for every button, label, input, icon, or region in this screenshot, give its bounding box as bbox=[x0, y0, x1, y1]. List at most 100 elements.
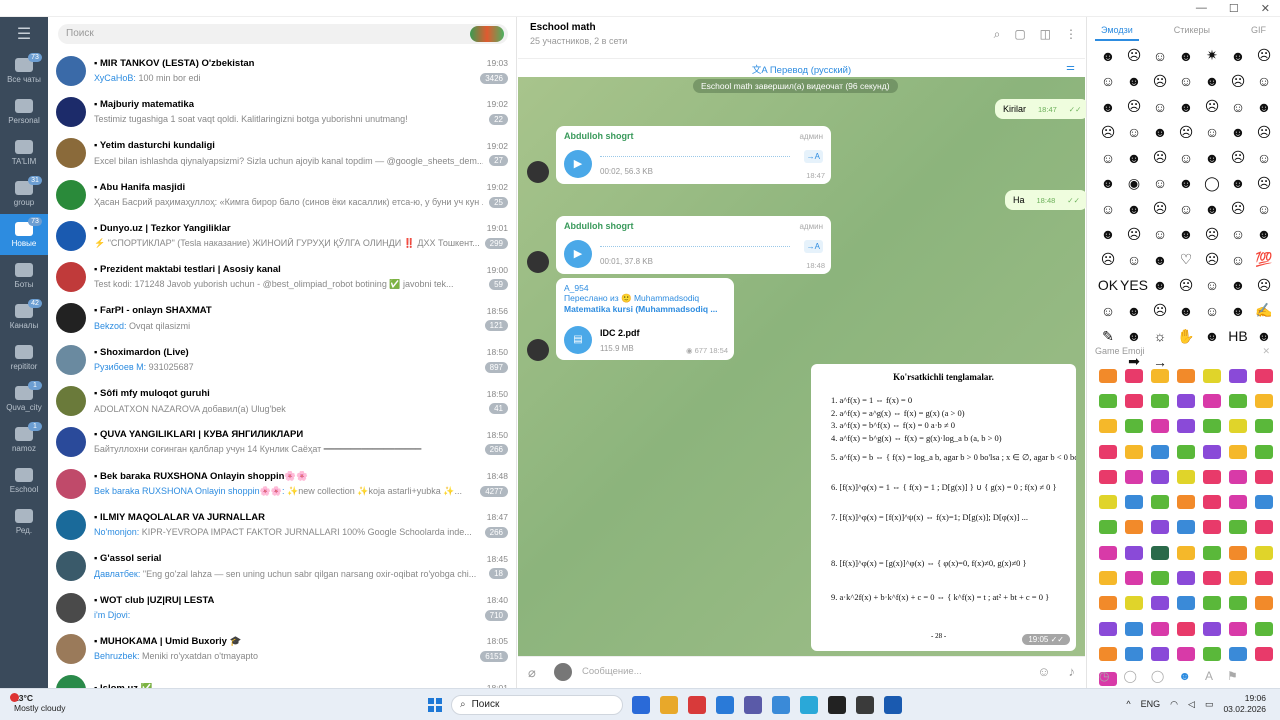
emoji-item[interactable]: ☻ bbox=[1225, 298, 1251, 324]
taskbar-app-icon[interactable] bbox=[884, 696, 902, 714]
emoji-item[interactable]: ☹ bbox=[1173, 273, 1199, 299]
game-emoji-item[interactable] bbox=[1173, 414, 1199, 439]
game-emoji-item[interactable] bbox=[1225, 363, 1251, 388]
chat-row[interactable]: ▪ Prezident maktabi testlari | Asosiy ka… bbox=[48, 256, 516, 297]
emoji-item[interactable]: ☻ bbox=[1173, 171, 1199, 197]
game-emoji-item[interactable] bbox=[1147, 591, 1173, 616]
emoji-item[interactable]: ☻ bbox=[1225, 273, 1251, 299]
game-emoji-item[interactable] bbox=[1199, 515, 1225, 540]
emoji-item[interactable]: ☻ bbox=[1095, 94, 1121, 120]
forwarded-channel[interactable]: Matematika kursi (Muhammadsodiq ... bbox=[564, 304, 726, 314]
game-emoji-item[interactable] bbox=[1251, 414, 1277, 439]
play-icon[interactable]: ▶ bbox=[564, 240, 592, 268]
emoji-item[interactable]: ☹ bbox=[1121, 43, 1147, 69]
emoji-item[interactable]: ☻ bbox=[1147, 273, 1173, 299]
game-emoji-item[interactable] bbox=[1121, 414, 1147, 439]
game-emoji-item[interactable] bbox=[1121, 515, 1147, 540]
emoji-item[interactable]: ☻ bbox=[1251, 94, 1277, 120]
emoji-item[interactable]: ☻ bbox=[1095, 171, 1121, 197]
emoji-item[interactable]: ◉ bbox=[1121, 171, 1147, 197]
folder-8[interactable]: Quva_city 1 bbox=[0, 378, 48, 419]
emoji-item[interactable]: ☺ bbox=[1095, 69, 1121, 95]
game-emoji-item[interactable] bbox=[1225, 439, 1251, 464]
game-emoji-item[interactable] bbox=[1147, 641, 1173, 666]
message-input[interactable]: Сообщение... bbox=[582, 666, 642, 677]
folder-10[interactable]: Eschool bbox=[0, 460, 48, 501]
chat-row[interactable]: ▪ MUHOKAMA | Umid Buxoriy 🎓 18:05 Behruzbe… bbox=[48, 628, 516, 669]
game-emoji-item[interactable] bbox=[1173, 464, 1199, 489]
emoji-item[interactable]: ☺ bbox=[1173, 69, 1199, 95]
emoji-item[interactable]: ☺ bbox=[1251, 69, 1277, 95]
status-emoji-icon[interactable] bbox=[470, 26, 504, 42]
battery-icon[interactable]: ▭ bbox=[1205, 699, 1214, 710]
game-emoji-item[interactable] bbox=[1147, 540, 1173, 565]
game-emoji-item[interactable] bbox=[1173, 489, 1199, 514]
emoji-item[interactable]: ☹ bbox=[1147, 298, 1173, 324]
emoji-item[interactable]: ☹ bbox=[1199, 94, 1225, 120]
emoji-item[interactable]: ☺ bbox=[1251, 196, 1277, 222]
emoji-item[interactable]: ☻ bbox=[1121, 298, 1147, 324]
emoji-icon[interactable]: ☺ bbox=[1037, 664, 1050, 679]
document-icon[interactable]: ▤ bbox=[564, 326, 592, 354]
message-sender[interactable]: Abdulloh shogrt bbox=[564, 131, 823, 141]
chat-row[interactable]: ▪ Abu Hanifa masjidi 19:02 Ҳасан Басрий ра… bbox=[48, 174, 516, 215]
game-emoji-item[interactable] bbox=[1121, 616, 1147, 641]
tab-stickers[interactable]: Стикеры bbox=[1174, 25, 1210, 35]
game-emoji-item[interactable] bbox=[1147, 616, 1173, 641]
game-emoji-item[interactable] bbox=[1225, 616, 1251, 641]
game-emoji-item[interactable] bbox=[1147, 464, 1173, 489]
game-emoji-item[interactable] bbox=[1225, 464, 1251, 489]
game-emoji-item[interactable] bbox=[1121, 641, 1147, 666]
emoji-item[interactable]: ☹ bbox=[1251, 120, 1277, 146]
clock[interactable]: 19:06 03.02.2026 bbox=[1223, 693, 1266, 715]
game-emoji-item[interactable] bbox=[1173, 641, 1199, 666]
game-emoji-item[interactable] bbox=[1121, 591, 1147, 616]
emoji-item[interactable]: ☹ bbox=[1095, 120, 1121, 146]
emoji-item[interactable]: ☹ bbox=[1199, 247, 1225, 273]
document-name[interactable]: IDC 2.pdf bbox=[600, 328, 640, 338]
game-emoji-item[interactable] bbox=[1225, 565, 1251, 590]
emoji-item[interactable]: ☺ bbox=[1199, 120, 1225, 146]
game-emoji-item[interactable] bbox=[1147, 363, 1173, 388]
chat-row[interactable]: ▪ QUVA YANGILIKLARI | КУВА ЯНГИЛИКЛАРИ 18… bbox=[48, 422, 516, 463]
folder-11[interactable]: Ред. bbox=[0, 501, 48, 542]
chevron-up-icon[interactable]: ^ bbox=[1126, 699, 1130, 709]
chat-row[interactable]: ▪ Bek baraka RUXSHONA Onlayin shoppin🌸🌸 1… bbox=[48, 463, 516, 504]
tab-gif[interactable]: GIF bbox=[1251, 25, 1266, 35]
emoji-item[interactable]: ♡ bbox=[1173, 247, 1199, 273]
send-as-avatar[interactable] bbox=[554, 663, 572, 681]
emoji-item[interactable]: ✋ bbox=[1173, 324, 1199, 350]
emoji-item[interactable]: ☻ bbox=[1147, 247, 1173, 273]
taskbar-app-icon[interactable] bbox=[660, 696, 678, 714]
game-emoji-item[interactable] bbox=[1199, 363, 1225, 388]
emoji-item[interactable]: ☺ bbox=[1199, 273, 1225, 299]
taskbar-search[interactable]: ⌕ Поиск bbox=[451, 695, 623, 715]
emoji-item[interactable]: ☺ bbox=[1095, 196, 1121, 222]
chat-row[interactable]: ▪ Islom.uz ✅18:01 bbox=[48, 669, 516, 688]
game-emoji-item[interactable] bbox=[1095, 616, 1121, 641]
emoji-item[interactable]: ☻ bbox=[1199, 196, 1225, 222]
chat-header[interactable]: Eschool math 25 участников, 2 в сети ⌕ ▢… bbox=[518, 17, 1085, 59]
game-emoji-item[interactable] bbox=[1121, 540, 1147, 565]
game-emoji-item[interactable] bbox=[1095, 414, 1121, 439]
emoji-item[interactable]: ☹ bbox=[1095, 247, 1121, 273]
chat-row[interactable]: ▪ ILMIY MAQOLALAR VA JURNALLAR 18:47 No'mo… bbox=[48, 504, 516, 545]
search-icon[interactable]: ⌕ bbox=[994, 27, 1001, 42]
emoji-item[interactable]: OK bbox=[1095, 273, 1121, 299]
close-icon[interactable]: ✕ bbox=[1261, 2, 1270, 15]
emoji-item[interactable]: ☹ bbox=[1251, 43, 1277, 69]
folder-3[interactable]: group 31 bbox=[0, 173, 48, 214]
menu-icon[interactable]: ☰ bbox=[0, 17, 48, 50]
emoji-item[interactable]: ☺ bbox=[1225, 222, 1251, 248]
game-emoji-item[interactable] bbox=[1251, 565, 1277, 590]
game-emoji-item[interactable] bbox=[1173, 363, 1199, 388]
game-emoji-item[interactable] bbox=[1121, 565, 1147, 590]
windows-start-icon[interactable] bbox=[428, 698, 442, 712]
taskbar-app-icon[interactable] bbox=[828, 696, 846, 714]
game-emoji-item[interactable] bbox=[1095, 388, 1121, 413]
folder-9[interactable]: namoz 1 bbox=[0, 419, 48, 460]
transcribe-button[interactable]: →A bbox=[803, 150, 823, 163]
taskbar-app-icon[interactable] bbox=[772, 696, 790, 714]
emoji-item[interactable]: ☻ bbox=[1225, 171, 1251, 197]
taskbar-app-icon[interactable] bbox=[632, 696, 650, 714]
